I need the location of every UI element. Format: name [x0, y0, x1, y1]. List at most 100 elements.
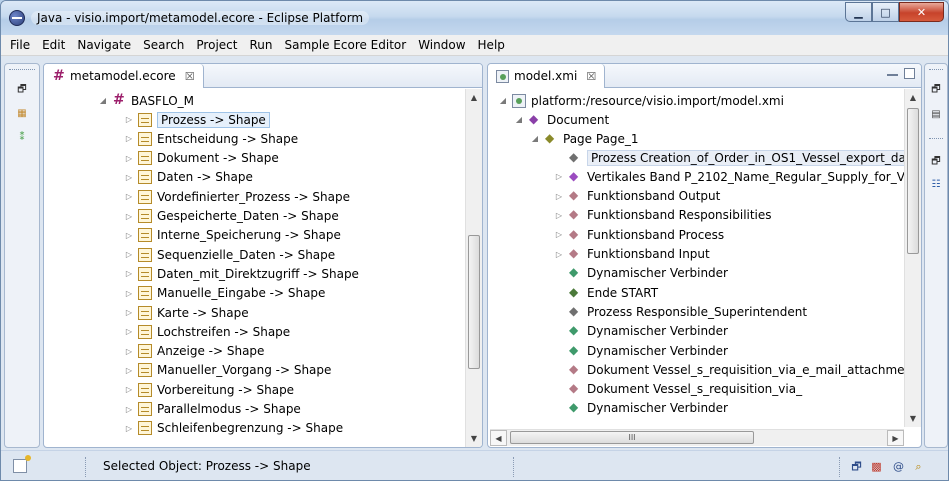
scroll-down-arrow[interactable]: ▼ [466, 430, 482, 447]
close-tab-icon[interactable]: ☒ [185, 70, 195, 83]
scroll-down-arrow[interactable]: ▼ [905, 410, 921, 427]
scroll-right-arrow[interactable]: ▶ [887, 430, 904, 446]
expand-arrow-icon[interactable]: ▷ [124, 289, 134, 298]
tree-item-model-element[interactable]: Dynamischer Verbinder [554, 399, 728, 418]
tree-item-model-element[interactable]: ▷ Funktionsband Process [554, 225, 724, 244]
trim-grip[interactable] [929, 138, 943, 140]
tree-item-model-element[interactable]: Dokument Vessel_s_requisition_via_ [554, 380, 802, 399]
tree-item-model-element[interactable]: Ende START [554, 283, 658, 302]
progress-icon[interactable]: ▩ [869, 459, 884, 474]
tree-item-eclass[interactable]: ▷ Entscheidung -> Shape [124, 129, 298, 148]
tree-item-eclass[interactable]: ▷ Gespeicherte_Daten -> Shape [124, 207, 339, 226]
restore-icon[interactable]: 🗗 [929, 84, 943, 96]
maximize-button[interactable]: □ [872, 2, 899, 22]
expand-arrow-icon[interactable]: ▷ [124, 366, 134, 375]
expand-arrow-icon[interactable]: ▷ [124, 115, 134, 124]
expand-arrow-icon[interactable]: ▷ [124, 347, 134, 356]
tree-item-model-element[interactable]: ▷ Funktionsband Input [554, 245, 710, 264]
expand-arrow-icon[interactable]: ▷ [124, 212, 134, 221]
menu-navigate[interactable]: Navigate [71, 38, 137, 52]
menu-file[interactable]: File [4, 38, 36, 52]
tree-item-model-element[interactable]: Dynamischer Verbinder [554, 322, 728, 341]
outline-tree-icon[interactable]: ⁑ [15, 132, 29, 144]
menu-window[interactable]: Window [412, 38, 471, 52]
restore-icon[interactable]: 🗗 [849, 459, 864, 474]
expand-arrow-icon[interactable]: ▷ [124, 308, 134, 317]
scroll-up-arrow[interactable]: ▲ [466, 89, 482, 106]
maximize-view-icon[interactable] [904, 68, 915, 79]
expand-arrow-icon[interactable]: ▷ [554, 250, 564, 259]
outline-icon[interactable]: ☷ [929, 179, 943, 191]
expand-arrow-icon[interactable]: ▷ [124, 231, 134, 240]
scroll-thumb[interactable] [468, 235, 480, 369]
tree-item-eclass[interactable]: ▷ Sequenzielle_Daten -> Shape [124, 245, 335, 264]
tree-item-model-element[interactable]: Prozess Responsible_Superintendent [554, 302, 807, 321]
properties-icon[interactable]: ▤ [929, 109, 943, 121]
trim-grip[interactable] [9, 69, 35, 71]
minimize-button[interactable]: ▁ [845, 2, 872, 22]
tree-item-eclass[interactable]: ▷ Dokument -> Shape [124, 149, 279, 168]
expand-arrow-icon[interactable]: ▷ [124, 192, 134, 201]
expand-arrow-icon[interactable]: ▷ [124, 405, 134, 414]
tree-item-eclass[interactable]: ▷ Daten_mit_Direktzugriff -> Shape [124, 264, 359, 283]
expand-arrow-icon[interactable]: ▷ [554, 172, 564, 181]
minimize-view-icon[interactable] [887, 72, 898, 76]
expand-arrow-icon[interactable]: ▷ [124, 250, 134, 259]
scroll-up-arrow[interactable]: ▲ [905, 89, 921, 106]
expand-arrow-icon[interactable]: ▷ [124, 424, 134, 433]
menu-run[interactable]: Run [243, 38, 278, 52]
model-hscrollbar[interactable]: ◀ III ▶ [490, 429, 904, 446]
fast-view-icon[interactable] [13, 455, 31, 473]
tree-item-document[interactable]: ◢ Document [514, 110, 609, 129]
hscroll-thumb[interactable]: III [510, 431, 754, 444]
tree-item-eclass[interactable]: ▷ Karte -> Shape [124, 303, 249, 322]
collapse-arrow-icon[interactable]: ◢ [98, 96, 108, 105]
tree-item-model-element[interactable]: ▷ Funktionsband Output [554, 187, 720, 206]
model-vscrollbar[interactable]: ▲ ▼ [904, 89, 921, 427]
expand-arrow-icon[interactable]: ▷ [554, 230, 564, 239]
tree-item-model-element[interactable]: Dokument Vessel_s_requisition_via_e_mail… [554, 360, 905, 379]
tree-item-eclass[interactable]: ▷ Vordefinierter_Prozess -> Shape [124, 187, 350, 206]
tree-item-eclass[interactable]: ▷ Prozess -> Shape [124, 110, 270, 129]
restore-icon[interactable]: 🗗 [929, 156, 943, 168]
tab-model-xmi[interactable]: model.xmi ☒ [488, 64, 606, 88]
tree-item-eclass[interactable]: ▷ Daten -> Shape [124, 168, 253, 187]
menu-edit[interactable]: Edit [36, 38, 71, 52]
menu-help[interactable]: Help [472, 38, 511, 52]
trim-grip[interactable] [929, 69, 943, 71]
tree-item-eclass[interactable]: ▷ Parallelmodus -> Shape [124, 400, 301, 419]
metamodel-vscrollbar[interactable]: ▲ ▼ [465, 89, 482, 447]
tree-item-eclass[interactable]: ▷ Manueller_Vorgang -> Shape [124, 361, 331, 380]
scroll-left-arrow[interactable]: ◀ [490, 430, 507, 446]
tree-item-basflo-m[interactable]: ◢ BASFLO_M [98, 91, 194, 110]
expand-arrow-icon[interactable]: ▷ [124, 385, 134, 394]
tree-item-eclass[interactable]: ▷ Manuelle_Eingabe -> Shape [124, 284, 325, 303]
menu-search[interactable]: Search [137, 38, 190, 52]
expand-arrow-icon[interactable]: ▷ [124, 327, 134, 336]
menu-project[interactable]: Project [190, 38, 243, 52]
expand-arrow-icon[interactable]: ▷ [124, 154, 134, 163]
expand-arrow-icon[interactable]: ▷ [124, 269, 134, 278]
close-button[interactable]: ✕ [899, 2, 944, 22]
expand-arrow-icon[interactable]: ▷ [554, 192, 564, 201]
expand-arrow-icon[interactable]: ▷ [554, 211, 564, 220]
collapse-arrow-icon[interactable]: ◢ [498, 96, 508, 105]
expand-arrow-icon[interactable]: ▷ [124, 134, 134, 143]
tree-item-model-element[interactable]: Prozess Creation_of_Order_in_OS1_Vessel_… [554, 148, 915, 167]
tree-item-page[interactable]: ◢ Page Page_1 [530, 129, 639, 148]
tree-item-eclass[interactable]: ▷ Schleifenbegrenzung -> Shape [124, 419, 343, 438]
menu-sample-ecore-editor[interactable]: Sample Ecore Editor [278, 38, 412, 52]
tree-item-model-element[interactable]: ▷ Vertikales Band P_2102_Name_Regular_Sup… [554, 167, 911, 186]
tree-item-eclass[interactable]: ▷ Vorbereitung -> Shape [124, 380, 294, 399]
tree-item-eclass[interactable]: ▷ Lochstreifen -> Shape [124, 322, 290, 341]
scroll-thumb[interactable] [907, 108, 919, 254]
search-icon[interactable]: ⌕ [911, 459, 926, 474]
tree-item-model-element[interactable]: ▷ Funktionsband Responsibilities [554, 206, 772, 225]
tree-item-eclass[interactable]: ▷ Anzeige -> Shape [124, 342, 264, 361]
hierarchy-icon[interactable]: ▦ [15, 108, 29, 120]
collapse-arrow-icon[interactable]: ◢ [530, 134, 540, 143]
title-bar[interactable]: Java - visio.import/metamodel.ecore - Ec… [1, 1, 948, 35]
tree-item-eclass[interactable]: ▷ Interne_Speicherung -> Shape [124, 226, 341, 245]
tree-item-model-element[interactable]: Dynamischer Verbinder [554, 341, 728, 360]
tab-metamodel-ecore[interactable]: metamodel.ecore ☒ [44, 64, 204, 88]
